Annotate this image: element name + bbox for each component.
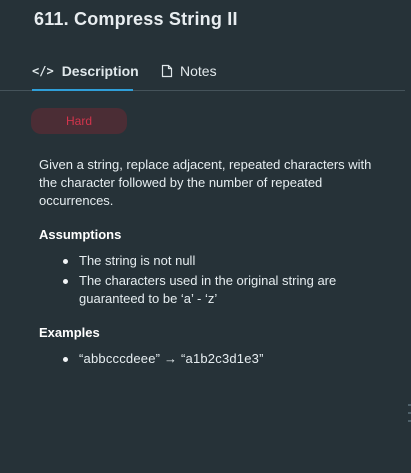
problem-tabs: </> Description Notes xyxy=(0,52,405,91)
examples-heading: Examples xyxy=(39,325,100,340)
code-icon: </> xyxy=(32,64,54,78)
examples-list: “abbcccdeee” → “a1b2c3d1e3” xyxy=(39,350,379,368)
example-item: “abbcccdeee” → “a1b2c3d1e3” xyxy=(39,350,379,368)
assumption-item: The string is not null xyxy=(39,252,379,270)
tab-description-label: Description xyxy=(61,63,139,79)
difficulty-badge: Hard xyxy=(31,108,127,134)
tab-notes-label: Notes xyxy=(180,63,217,79)
assumption-item: The characters used in the original stri… xyxy=(39,272,379,308)
problem-panel: 611. Compress String II </> Description … xyxy=(0,0,411,473)
problem-description: Given a string, replace adjacent, repeat… xyxy=(39,156,379,370)
document-icon xyxy=(161,64,173,78)
tab-description[interactable]: </> Description xyxy=(32,52,139,91)
problem-title: 611. Compress String II xyxy=(34,9,238,29)
tab-notes[interactable]: Notes xyxy=(161,52,217,90)
assumptions-list: The string is not null The characters us… xyxy=(39,252,379,308)
description-text: Given a string, replace adjacent, repeat… xyxy=(39,157,372,208)
assumptions-heading: Assumptions xyxy=(39,227,122,242)
